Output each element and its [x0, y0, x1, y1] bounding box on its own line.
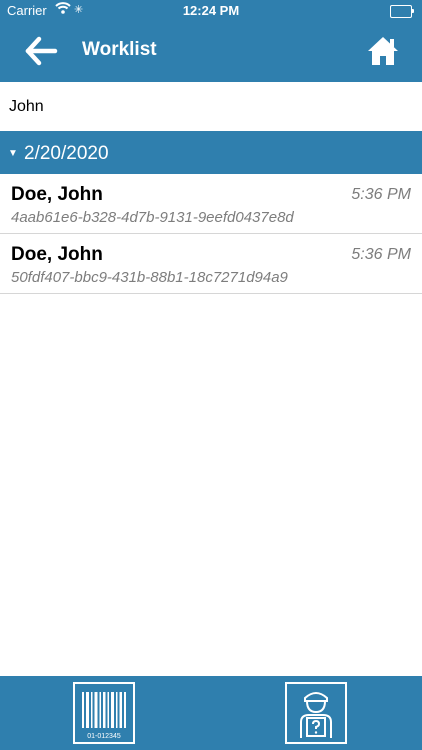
patient-help-icon [300, 692, 332, 738]
home-button[interactable] [366, 34, 400, 68]
battery-icon [390, 5, 414, 18]
collapse-caret-icon: ▼ [8, 148, 18, 159]
item-time: 5:36 PM [351, 246, 411, 263]
status-time: 12:24 PM [182, 3, 240, 18]
bottom-toolbar: 01-012345 [0, 676, 422, 750]
patient-name: Doe, John [11, 184, 103, 205]
list-item[interactable]: Doe, John 5:36 PM 4aab61e6-b328-4d7b-913… [0, 174, 422, 234]
page-title: Worklist [82, 39, 157, 60]
arrow-left-icon [25, 36, 58, 66]
date-section-header[interactable]: ▼ 2/20/2020 [0, 131, 422, 174]
home-icon [368, 37, 398, 65]
item-uid: 50fdf407-bbc9-431b-88b1-18c7271d94a9 [11, 269, 288, 286]
barcode-text: 01-012345 [87, 733, 121, 740]
nav-bar: Worklist [0, 22, 422, 82]
status-bar: Carrier ✳ 12:24 PM [0, 0, 422, 22]
item-time: 5:36 PM [351, 186, 411, 203]
back-button[interactable] [24, 36, 58, 66]
section-date: 2/20/2020 [24, 143, 109, 164]
worklist: Doe, John 5:36 PM 4aab61e6-b328-4d7b-913… [0, 174, 422, 294]
list-item[interactable]: Doe, John 5:36 PM 50fdf407-bbc9-431b-88b… [0, 234, 422, 294]
search-input[interactable] [0, 82, 422, 131]
patient-help-button[interactable] [285, 682, 347, 744]
patient-name: Doe, John [11, 244, 103, 265]
item-uid: 4aab61e6-b328-4d7b-9131-9eefd0437e8d [11, 209, 294, 226]
scan-barcode-button[interactable]: 01-012345 [73, 682, 135, 744]
